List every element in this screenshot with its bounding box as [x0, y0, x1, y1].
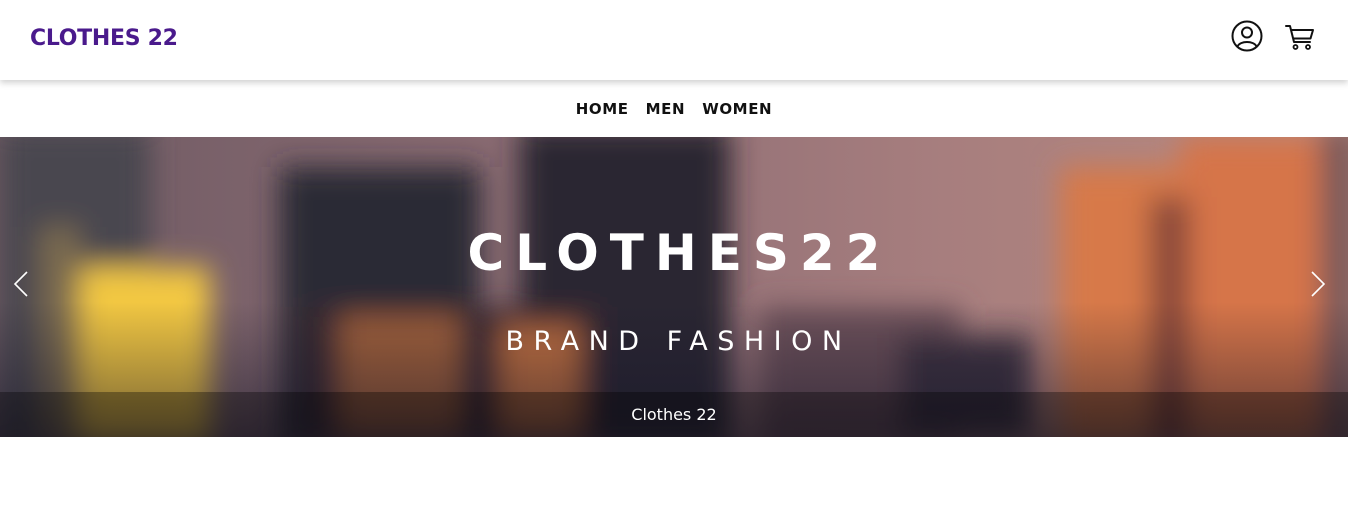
- nav-item-women[interactable]: WOMEN: [702, 100, 772, 118]
- shopping-cart-icon[interactable]: [1282, 18, 1318, 54]
- chevron-left-icon[interactable]: [9, 269, 33, 299]
- nav-item-home[interactable]: HOME: [576, 100, 629, 118]
- main-nav: HOME MEN WOMEN: [0, 80, 1348, 137]
- hero-carousel: CLOTHES22 BRAND FASHION Clothes 22: [0, 137, 1348, 437]
- hero-subtitle: BRAND FASHION: [505, 326, 852, 357]
- hero-title: CLOTHES22: [467, 224, 892, 282]
- chevron-right-icon[interactable]: [1306, 269, 1330, 299]
- user-account-icon[interactable]: [1229, 18, 1265, 54]
- site-logo[interactable]: CLOTHES 22: [30, 24, 178, 54]
- carousel-caption-bar: Clothes 22: [0, 392, 1348, 437]
- site-header: CLOTHES 22: [0, 0, 1348, 80]
- nav-item-men[interactable]: MEN: [646, 100, 686, 118]
- carousel-caption: Clothes 22: [631, 405, 717, 424]
